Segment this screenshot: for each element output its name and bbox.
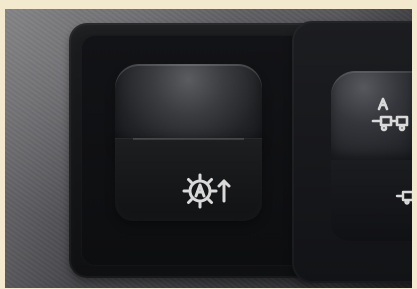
trailer-partial-icon <box>395 187 412 205</box>
trailer-a-icon <box>369 97 411 135</box>
auto-gear-up-icon <box>180 171 246 211</box>
dashboard-photo <box>5 9 412 288</box>
image-frame <box>0 0 417 289</box>
